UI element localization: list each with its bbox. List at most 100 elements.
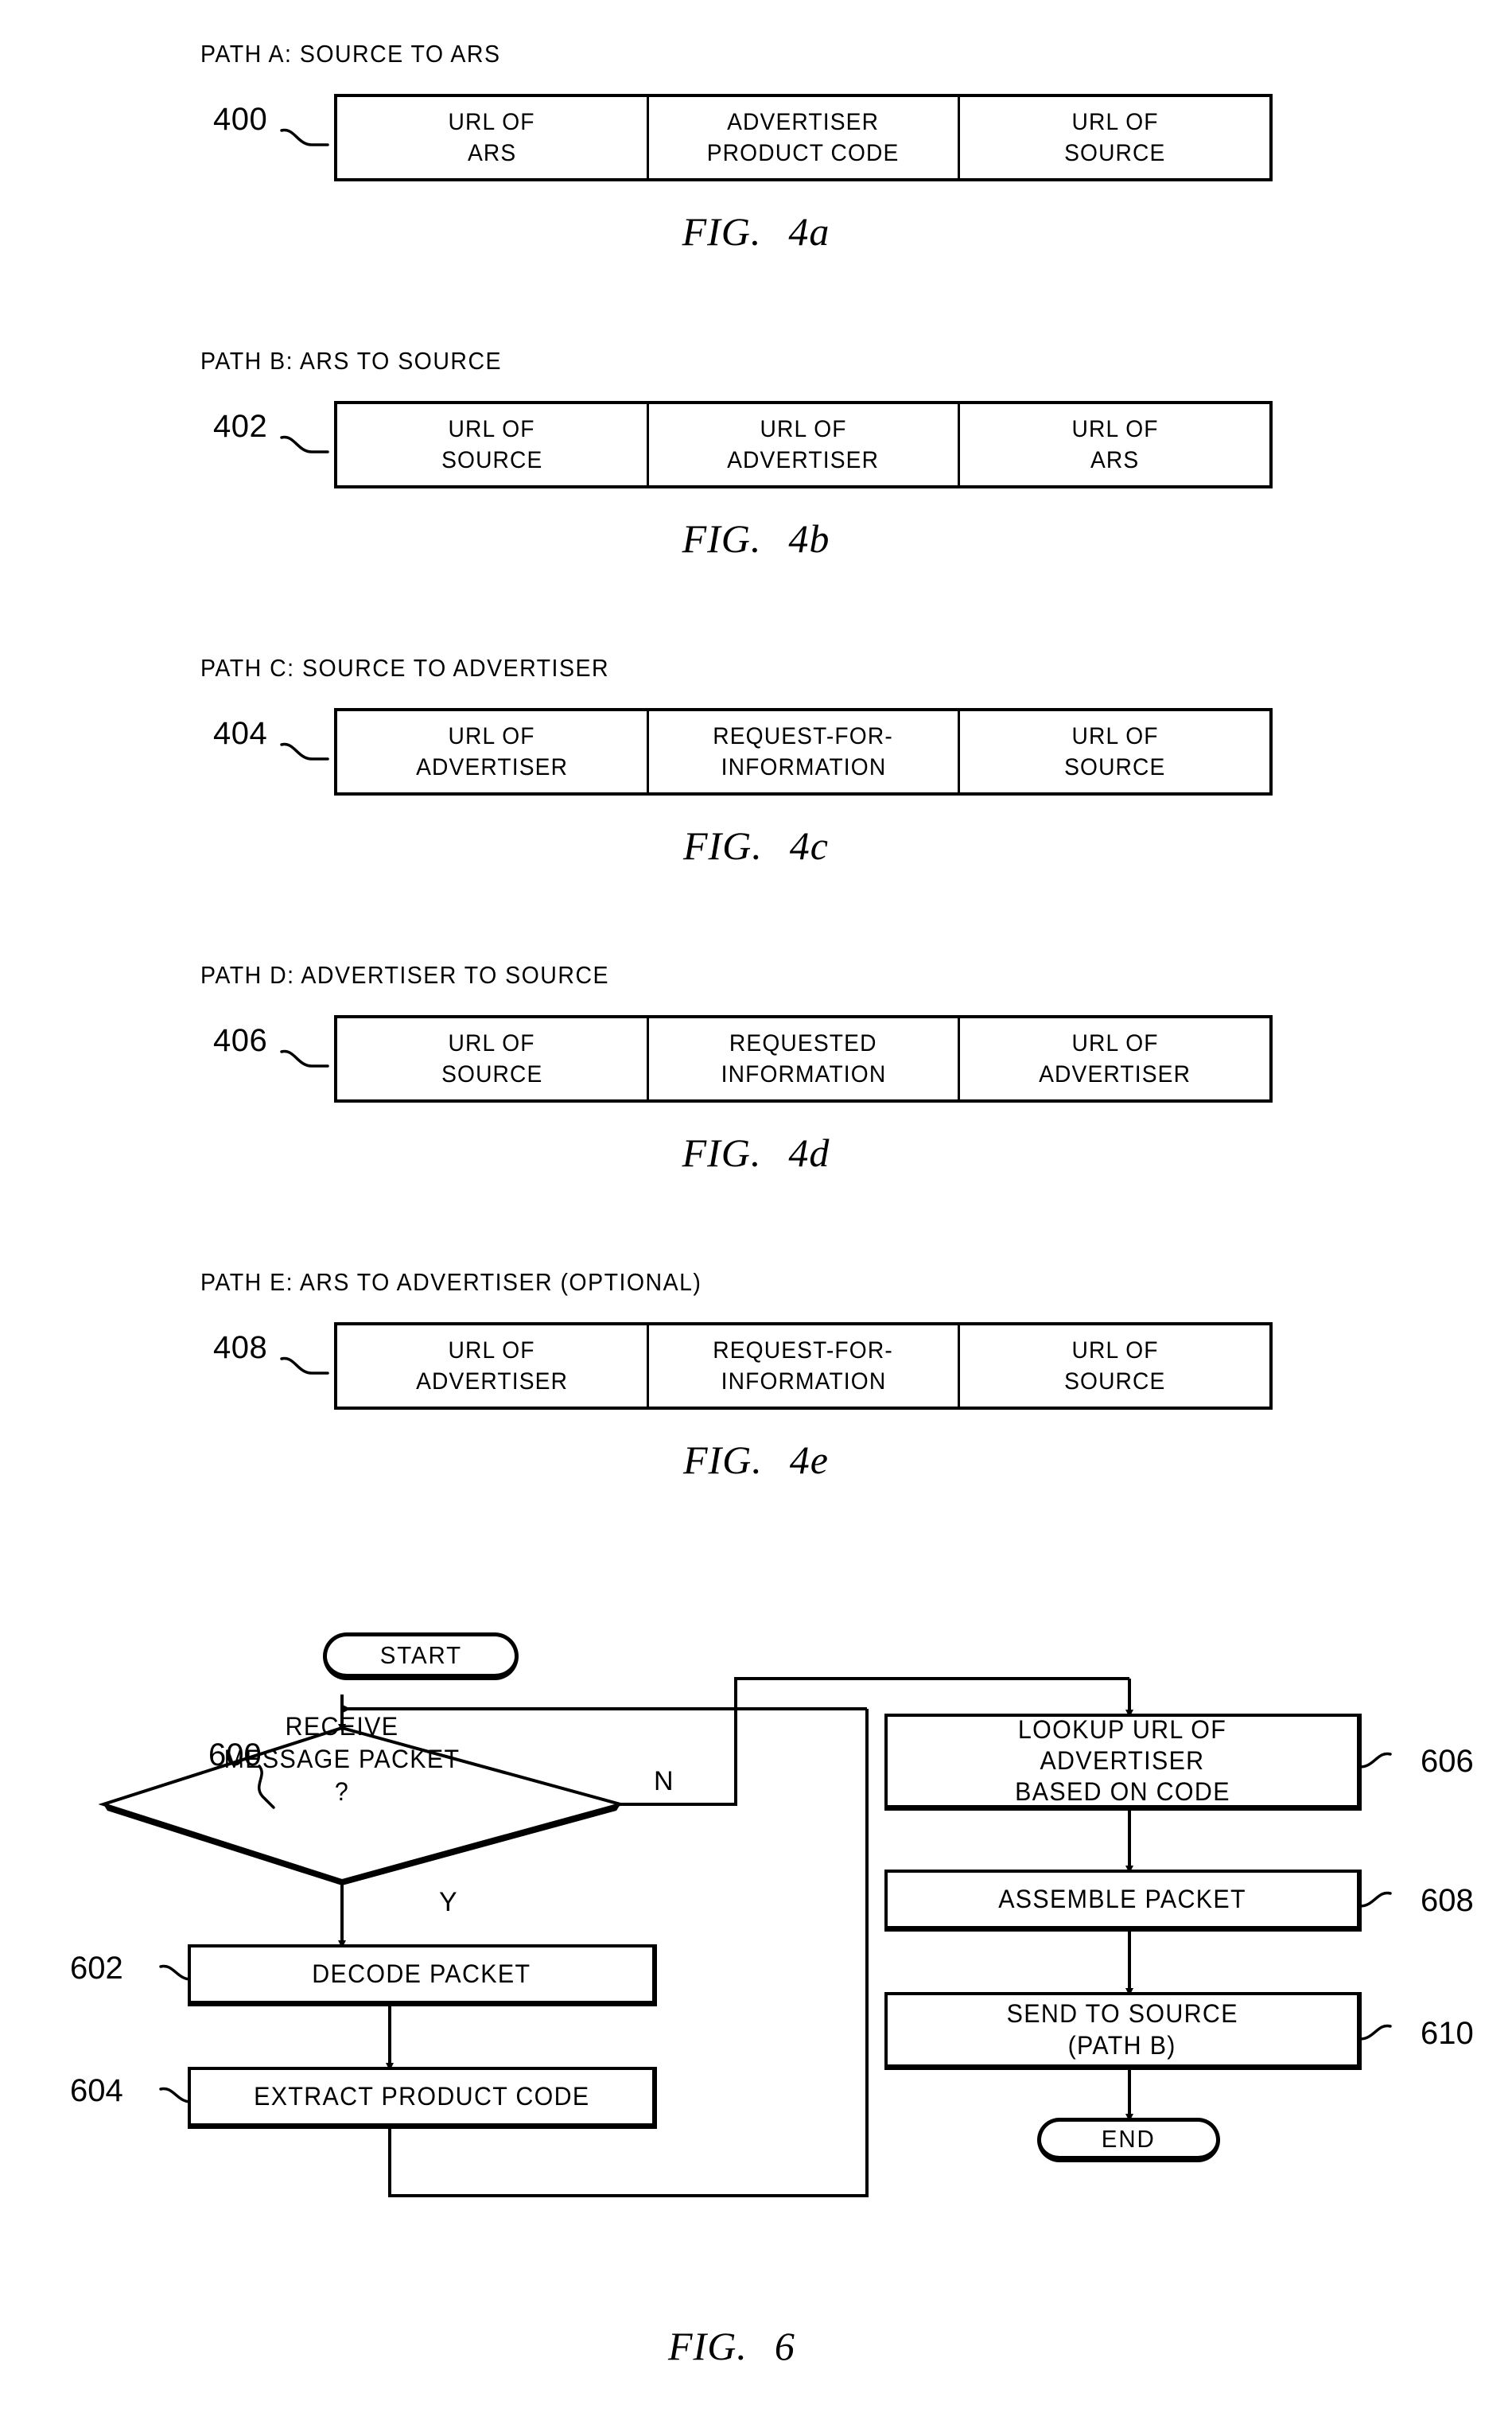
step-606-line2: ADVERTISER <box>1040 1745 1205 1775</box>
packet-field: URL OF ADVERTISER <box>649 404 961 485</box>
packet-field-line2: ADVERTISER <box>415 754 568 780</box>
packet-field: URL OF SOURCE <box>337 1018 649 1099</box>
packet-field-line2: INFORMATION <box>721 1368 886 1395</box>
packet-field-line2: SOURCE <box>441 447 543 473</box>
reference-numeral-608: 608 <box>1421 1883 1474 1918</box>
figure-caption-number: 6 <box>774 2324 795 2368</box>
packet-diagram: URL OF ADVERTISER REQUEST-FOR- INFORMATI… <box>334 1322 1273 1410</box>
reference-numeral-602: 602 <box>70 1951 123 1986</box>
branch-label-no: N <box>654 1766 674 1796</box>
packet-field-line2: ADVERTISER <box>1039 1061 1191 1088</box>
panel-title: PATH D: ADVERTISER TO SOURCE <box>200 961 610 989</box>
packet-field-line2: ADVERTISER <box>727 447 880 473</box>
figure-caption-prefix: FIG. <box>668 2324 748 2368</box>
packet-field-line1: URL OF <box>448 1030 535 1056</box>
packet-field: URL OF SOURCE <box>960 97 1269 178</box>
packet-field: REQUEST-FOR- INFORMATION <box>649 711 961 792</box>
step-606-line1: LOOKUP URL OF <box>1017 1714 1227 1744</box>
reference-numeral-404: 404 <box>213 716 268 751</box>
reference-numeral-402: 402 <box>213 409 268 444</box>
packet-field: URL OF SOURCE <box>960 711 1269 792</box>
packet-field-line2: SOURCE <box>441 1061 543 1088</box>
reference-numeral-400: 400 <box>213 102 268 137</box>
figure-caption-number: 4a <box>788 209 830 254</box>
packet-field-line1: URL OF <box>1071 723 1159 749</box>
packet-field: ADVERTISER PRODUCT CODE <box>649 97 961 178</box>
figure-caption: FIG. 4a <box>0 208 1512 255</box>
reference-numeral-610: 610 <box>1421 2016 1474 2051</box>
packet-diagram: URL OF ADVERTISER REQUEST-FOR- INFORMATI… <box>334 708 1273 796</box>
figure-caption: FIG. 4e <box>0 1437 1512 1483</box>
packet-field: REQUESTED INFORMATION <box>649 1018 961 1099</box>
figure-caption-number: 4b <box>788 516 830 561</box>
packet-field-line1: URL OF <box>760 416 847 442</box>
step-610-line1: SEND TO SOURCE <box>1006 1999 1238 2029</box>
step-602-label: DECODE PACKET <box>312 1959 531 1988</box>
start-label: START <box>379 1640 462 1669</box>
flowchart-step-608: ASSEMBLE PACKET <box>884 1870 1362 1932</box>
figure-caption-number: 4d <box>788 1130 830 1175</box>
packet-field-line1: URL OF <box>448 109 535 135</box>
packet-field-line1: ADVERTISER <box>727 109 880 135</box>
packet-field: URL OF ADVERTISER <box>960 1018 1269 1099</box>
packet-field: URL OF SOURCE <box>337 404 649 485</box>
reference-numeral-406: 406 <box>213 1023 268 1058</box>
flowchart-step-610: SEND TO SOURCE (PATH B) <box>884 1992 1362 2070</box>
packet-field: REQUEST-FOR- INFORMATION <box>649 1325 961 1407</box>
reference-numeral-600: 600 <box>208 1737 262 1772</box>
step-604-label: EXTRACT PRODUCT CODE <box>253 2081 590 2111</box>
figure-caption-prefix: FIG. <box>682 209 762 254</box>
packet-field-line1: REQUESTED <box>729 1030 877 1056</box>
packet-field-line2: ADVERTISER <box>415 1368 568 1395</box>
figure-caption-number: 4e <box>789 1438 829 1482</box>
flowchart-start-node: START <box>323 1632 519 1680</box>
figure-caption: FIG. 4c <box>0 823 1512 869</box>
flowchart-end-node: END <box>1037 2118 1220 2162</box>
packet-diagram: URL OF SOURCE URL OF ADVERTISER URL OF A… <box>334 401 1273 488</box>
packet-diagram: URL OF SOURCE REQUESTED INFORMATION URL … <box>334 1015 1273 1103</box>
packet-field: URL OF ARS <box>337 97 649 178</box>
panel-title: PATH A: SOURCE TO ARS <box>200 40 501 68</box>
figure-caption: FIG. 4d <box>0 1130 1512 1176</box>
packet-field: URL OF ADVERTISER <box>337 1325 649 1407</box>
packet-field-line1: URL OF <box>448 1337 535 1364</box>
packet-field-line1: URL OF <box>1071 1337 1159 1364</box>
flowchart-step-604: EXTRACT PRODUCT CODE <box>188 2067 657 2129</box>
figure-caption-6: FIG. 6 <box>0 2323 1512 2369</box>
panel-title: PATH E: ARS TO ADVERTISER (OPTIONAL) <box>200 1268 702 1296</box>
figure-caption-number: 4c <box>789 823 829 868</box>
packet-field-line1: URL OF <box>448 723 535 749</box>
figure-caption-prefix: FIG. <box>682 823 763 868</box>
packet-field-line2: INFORMATION <box>721 754 886 780</box>
packet-field-line2: ARS <box>1090 447 1140 473</box>
panel-title: PATH C: SOURCE TO ADVERTISER <box>200 654 610 682</box>
packet-field-line2: SOURCE <box>1063 1368 1166 1395</box>
reference-numeral-604: 604 <box>70 2073 123 2108</box>
flowchart-fig6: START RECEIVE MESSAGE PACKET ? 600 N Y D… <box>0 1607 1512 2428</box>
step-610-line2: (PATH B) <box>1067 2030 1177 2060</box>
packet-field-line1: URL OF <box>448 416 535 442</box>
packet-field-line1: REQUEST-FOR- <box>713 723 894 749</box>
packet-field: URL OF ADVERTISER <box>337 711 649 792</box>
reference-numeral-606: 606 <box>1421 1744 1474 1779</box>
figure-caption: FIG. 4b <box>0 516 1512 562</box>
figure-caption-prefix: FIG. <box>682 1438 763 1482</box>
packet-field-line2: PRODUCT CODE <box>707 140 900 166</box>
figure-caption-prefix: FIG. <box>682 516 762 561</box>
figure-caption-prefix: FIG. <box>682 1130 762 1175</box>
packet-field-line2: ARS <box>467 140 517 166</box>
step-608-label: ASSEMBLE PACKET <box>998 1884 1246 1913</box>
step-606-line3: BASED ON CODE <box>1014 1777 1230 1807</box>
packet-field: URL OF ARS <box>960 404 1269 485</box>
packet-field-line2: SOURCE <box>1063 140 1166 166</box>
packet-field-line2: SOURCE <box>1063 754 1166 780</box>
panel-title: PATH B: ARS TO SOURCE <box>200 347 503 375</box>
flowchart-step-606: LOOKUP URL OF ADVERTISER BASED ON CODE <box>884 1714 1362 1811</box>
packet-field-line1: URL OF <box>1071 109 1159 135</box>
reference-numeral-408: 408 <box>213 1330 268 1365</box>
packet-field-line1: REQUEST-FOR- <box>713 1337 894 1364</box>
packet-diagram: URL OF ARS ADVERTISER PRODUCT CODE URL O… <box>334 94 1273 181</box>
flowchart-step-602: DECODE PACKET <box>188 1944 657 2006</box>
end-label: END <box>1102 2124 1156 2153</box>
packet-field-line1: URL OF <box>1071 416 1159 442</box>
